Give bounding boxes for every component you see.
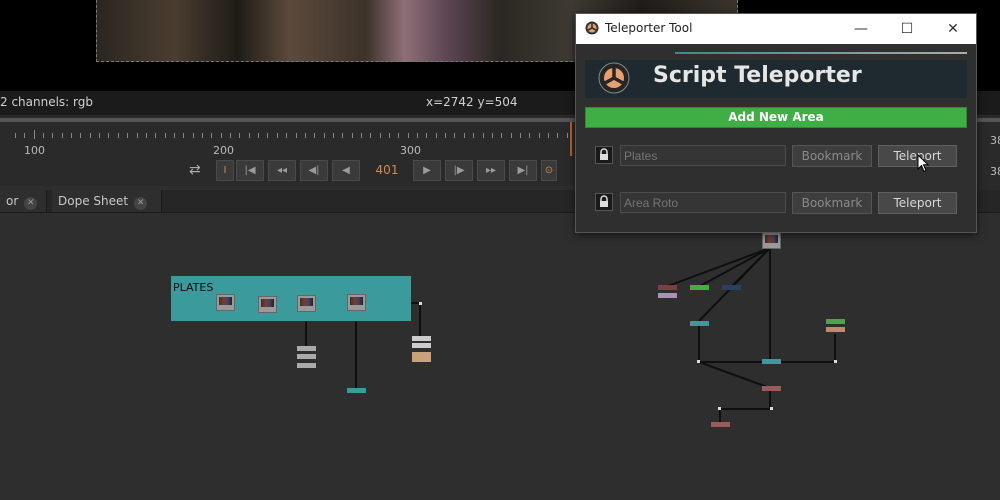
node[interactable]	[722, 285, 741, 290]
node[interactable]	[347, 388, 366, 393]
area-name-field[interactable]	[620, 145, 786, 166]
bookmark-button[interactable]: Bookmark	[792, 192, 872, 214]
lock-toggle[interactable]	[595, 146, 613, 164]
node[interactable]	[412, 343, 431, 348]
read-node[interactable]	[347, 294, 366, 311]
bookmark-button[interactable]: Bookmark	[792, 145, 872, 167]
maximize-icon[interactable]: ☐	[884, 14, 930, 44]
node[interactable]	[658, 285, 677, 290]
banner-accent-line	[675, 52, 967, 54]
read-node[interactable]	[258, 296, 277, 313]
node[interactable]	[826, 319, 845, 324]
node[interactable]	[826, 327, 845, 332]
read-node[interactable]	[216, 294, 235, 311]
read-node[interactable]	[762, 232, 781, 249]
node[interactable]	[762, 386, 781, 391]
dialog-title: Teleporter Tool	[605, 21, 693, 35]
banner-title: Script Teleporter	[653, 63, 862, 88]
node[interactable]	[412, 336, 431, 341]
add-new-area-button[interactable]: Add New Area	[585, 107, 967, 128]
dot-node[interactable]	[718, 407, 721, 410]
node[interactable]	[412, 352, 431, 362]
node[interactable]	[690, 285, 709, 290]
dot-node[interactable]	[834, 360, 837, 363]
lock-icon	[600, 148, 608, 160]
nuke-logo-icon	[598, 62, 630, 94]
node[interactable]	[762, 359, 781, 364]
read-node[interactable]	[297, 295, 316, 312]
node[interactable]	[297, 346, 316, 351]
minimize-icon[interactable]: —	[838, 14, 884, 44]
node[interactable]	[297, 363, 316, 368]
node[interactable]	[297, 354, 316, 359]
lock-icon	[600, 195, 608, 207]
mouse-cursor-icon	[917, 154, 930, 173]
dot-node[interactable]	[419, 302, 422, 305]
close-icon[interactable]: ✕	[930, 14, 976, 44]
node[interactable]	[711, 422, 730, 427]
lock-toggle[interactable]	[595, 193, 613, 211]
dot-node[interactable]	[697, 360, 700, 363]
teleport-button[interactable]: Teleport	[878, 192, 957, 214]
dot-node[interactable]	[770, 407, 773, 410]
app-icon	[585, 21, 599, 35]
node[interactable]	[690, 321, 709, 326]
node[interactable]	[658, 293, 677, 298]
area-name-field[interactable]	[620, 192, 786, 213]
backdrop-label: PLATES	[173, 281, 214, 294]
